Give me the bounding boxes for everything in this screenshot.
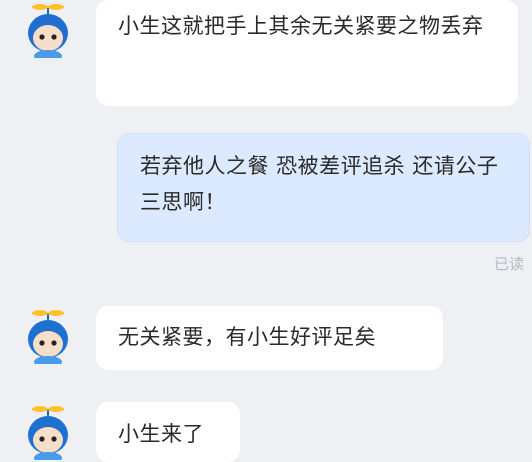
avatar[interactable] xyxy=(20,0,76,58)
message-bubble-incoming[interactable]: 无关紧要，有小生好评足矣 xyxy=(96,306,443,370)
message-text: 无关紧要，有小生好评足矣 xyxy=(118,325,376,349)
message-bubble-outgoing[interactable]: 若弃他人之餐 恐被差评追杀 还请公子三思啊！ xyxy=(117,133,530,242)
message-text: 小生来了 xyxy=(118,422,204,446)
message-text: 若弃他人之餐 恐被差评追杀 还请公子三思啊！ xyxy=(140,154,499,214)
message-text: 小生这就把手上其余无关紧要之物丢弃 xyxy=(118,14,484,38)
message-bubble-incoming[interactable]: 小生这就把手上其余无关紧要之物丢弃 xyxy=(96,0,518,106)
avatar[interactable] xyxy=(20,402,76,460)
read-status: 已读 xyxy=(493,255,524,273)
avatar[interactable] xyxy=(20,306,76,364)
message-bubble-incoming[interactable]: 小生来了 xyxy=(96,402,240,462)
